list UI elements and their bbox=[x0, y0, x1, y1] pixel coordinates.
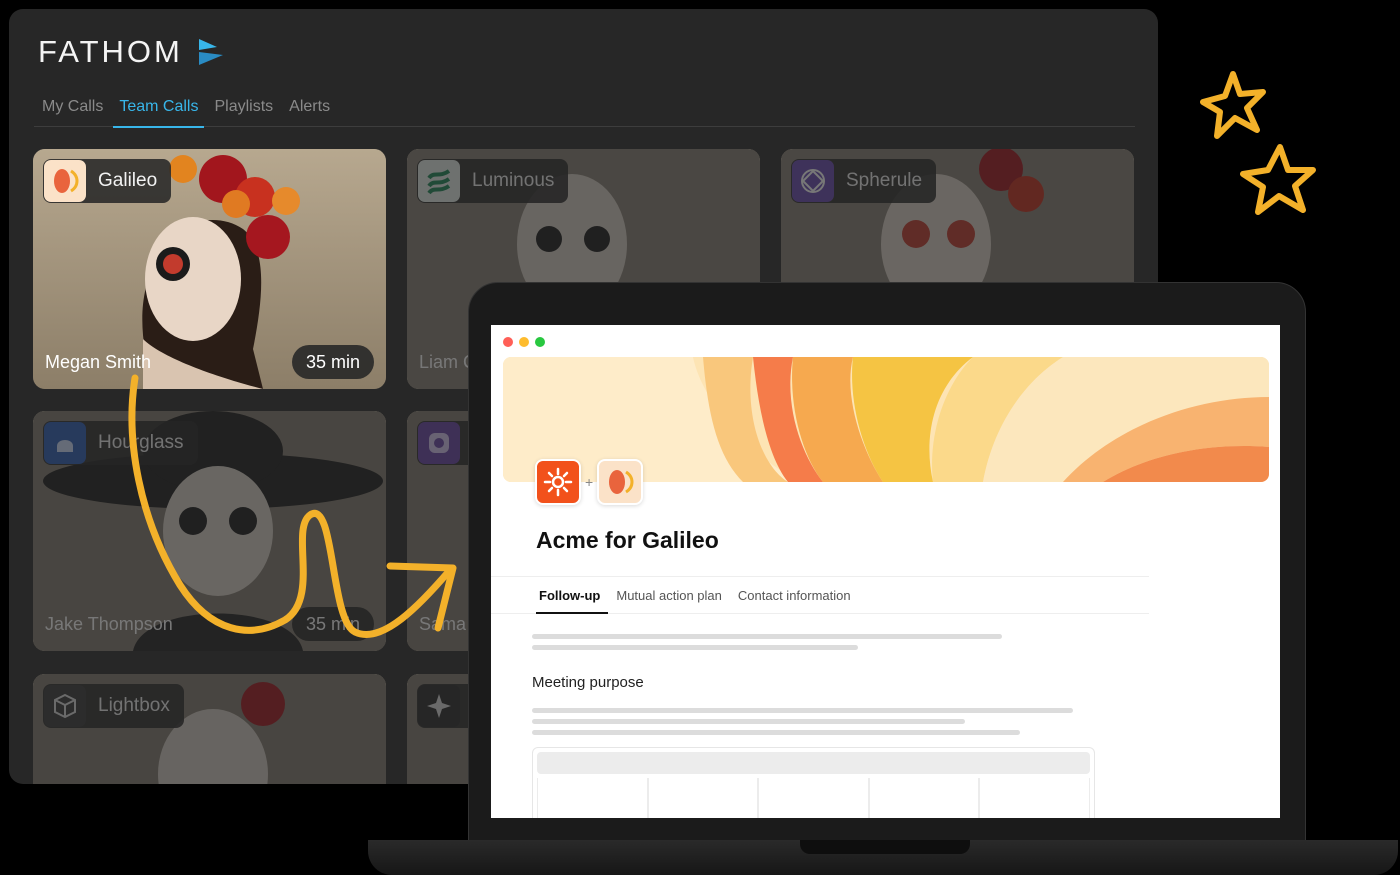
maximize-window-button[interactable] bbox=[535, 337, 545, 347]
call-card-lightbox[interactable]: Lightbox bbox=[33, 674, 386, 784]
company-tag: Hourglass bbox=[43, 421, 198, 465]
doc-tabs: Follow-up Mutual action plan Contact inf… bbox=[491, 576, 1149, 614]
table-cell bbox=[868, 778, 980, 818]
company-name: Hourglass bbox=[98, 432, 184, 453]
company-name: Lightbox bbox=[98, 695, 170, 716]
tab-follow-up[interactable]: Follow-up bbox=[531, 577, 609, 614]
laptop-screen: + Acme for Galileo Follow-up Mutual acti… bbox=[491, 325, 1280, 818]
call-tabs: My Calls Team Calls Playlists Alerts bbox=[34, 97, 1135, 128]
placeholder-line bbox=[532, 645, 858, 650]
duration-badge: 35 min bbox=[291, 607, 374, 641]
call-thumbnail bbox=[33, 674, 386, 784]
participant-name: Sama bbox=[419, 614, 467, 634]
tab-playlists[interactable]: Playlists bbox=[206, 97, 281, 127]
spherule-icon bbox=[792, 160, 834, 202]
placeholder-line bbox=[532, 634, 1002, 639]
company-name: Spherule bbox=[846, 170, 923, 191]
company-tag: Lightbox bbox=[43, 684, 184, 728]
window-controls bbox=[503, 337, 545, 347]
sparkle-icon bbox=[418, 685, 460, 727]
section-title: Meeting purpose bbox=[532, 674, 644, 691]
company-name: Luminous bbox=[472, 170, 555, 191]
marketing-composition: FATHOM My Calls Team Calls Playlists Ale… bbox=[0, 0, 1400, 875]
table-cell bbox=[537, 778, 648, 818]
participant-name: Jake Thompson bbox=[45, 614, 173, 634]
placeholder-line bbox=[532, 730, 1020, 735]
table-cell bbox=[758, 778, 869, 818]
company-tag: Luminous bbox=[417, 159, 569, 203]
placeholder-line bbox=[532, 708, 1073, 713]
placeholder-table bbox=[532, 747, 1095, 818]
laptop-notch bbox=[800, 840, 970, 854]
tab-team-calls[interactable]: Team Calls bbox=[111, 97, 206, 128]
galileo-logo-icon bbox=[597, 459, 644, 505]
call-thumbnail bbox=[33, 411, 386, 651]
table-header bbox=[537, 752, 1090, 774]
plus-icon: + bbox=[585, 474, 594, 490]
duration-badge: 35 min bbox=[291, 345, 374, 379]
placeholder-line bbox=[532, 719, 965, 724]
call-card-galileo[interactable]: Galileo Megan Smith 35 min bbox=[33, 149, 386, 389]
tab-contact-information[interactable]: Contact information bbox=[730, 577, 859, 613]
tab-my-calls[interactable]: My Calls bbox=[34, 97, 111, 127]
cube-icon bbox=[44, 685, 86, 727]
partner-logos: + bbox=[535, 459, 644, 505]
page-title: Acme for Galileo bbox=[536, 527, 719, 553]
company-tag: Galileo bbox=[43, 159, 172, 203]
luminous-icon bbox=[418, 160, 460, 202]
close-window-button[interactable] bbox=[503, 337, 513, 347]
hourglass-icon bbox=[44, 422, 86, 464]
stars-doodle-icon bbox=[1200, 71, 1316, 215]
table-cell bbox=[647, 778, 759, 818]
table-row bbox=[537, 778, 1090, 818]
acme-logo-icon bbox=[535, 459, 581, 505]
table-cell bbox=[979, 778, 1090, 818]
minimize-window-button[interactable] bbox=[519, 337, 529, 347]
tab-mutual-action-plan[interactable]: Mutual action plan bbox=[608, 577, 730, 613]
fathom-logo-icon bbox=[198, 39, 223, 65]
camera-icon bbox=[418, 422, 460, 464]
call-card-hourglass[interactable]: Hourglass Jake Thompson 35 min bbox=[33, 411, 386, 651]
participant-name: Megan Smith bbox=[45, 352, 152, 372]
brand: FATHOM bbox=[38, 34, 225, 70]
tab-alerts[interactable]: Alerts bbox=[281, 97, 338, 127]
brand-name: FATHOM bbox=[38, 34, 183, 69]
company-name: Galileo bbox=[98, 170, 158, 191]
galileo-icon bbox=[44, 160, 86, 202]
company-tag: Spherule bbox=[791, 159, 937, 203]
